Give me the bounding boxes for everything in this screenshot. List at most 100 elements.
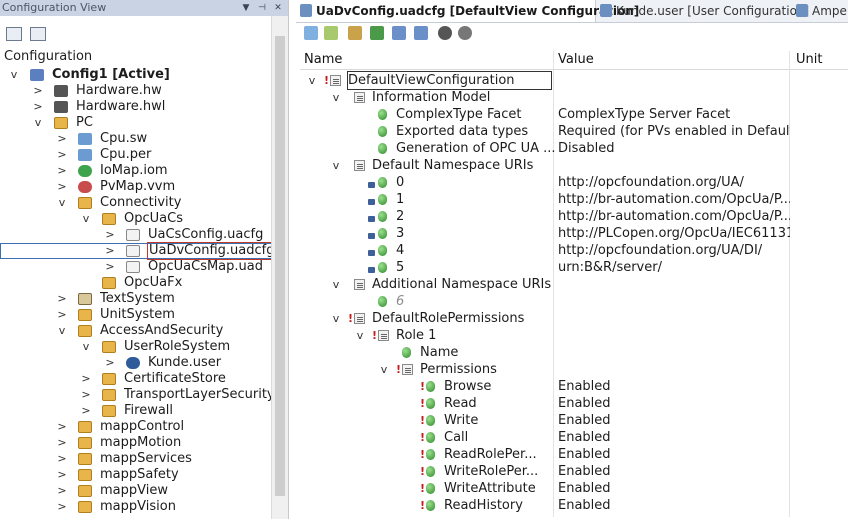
- chevron-down-icon[interactable]: v: [330, 89, 342, 106]
- property-value[interactable]: http://br-automation.com/OpcUa/P...: [558, 191, 790, 208]
- chevron-right-icon[interactable]: >: [56, 451, 68, 467]
- grid-row[interactable]: Exported data types Required (for PVs ena…: [300, 123, 848, 140]
- panel-menu-icon[interactable]: ▼: [240, 0, 252, 16]
- grid-view-icon[interactable]: [30, 27, 46, 41]
- property-value[interactable]: Required (for PVs enabled in DefaultVi..…: [558, 123, 790, 140]
- chevron-right-icon[interactable]: >: [104, 355, 116, 371]
- left-scrollbar[interactable]: [271, 16, 288, 519]
- grid-row[interactable]: 0 http://opcfoundation.org/UA/: [300, 174, 848, 191]
- chevron-right-icon[interactable]: >: [56, 291, 68, 307]
- sort-up-icon[interactable]: [414, 26, 428, 40]
- tree-item[interactable]: v OpcUaCs: [0, 211, 272, 227]
- validate-icon[interactable]: [370, 26, 384, 40]
- tree-item[interactable]: > TransportLayerSecurity: [0, 387, 274, 403]
- chevron-right-icon[interactable]: >: [80, 371, 92, 387]
- grid-row[interactable]: 6: [300, 293, 848, 310]
- grid-row[interactable]: ! Browse Enabled: [300, 378, 848, 395]
- grid-row[interactable]: ! ReadRolePer... Enabled: [300, 446, 848, 463]
- property-value[interactable]: Enabled: [558, 480, 790, 497]
- grid-row[interactable]: v! Role 1: [300, 327, 848, 344]
- chevron-right-icon[interactable]: >: [104, 243, 116, 259]
- tab-1[interactable]: Kunde.user [User Configuration]: [596, 0, 809, 22]
- property-value[interactable]: Enabled: [558, 446, 790, 463]
- properties-icon[interactable]: [324, 26, 338, 40]
- chevron-down-icon[interactable]: v: [306, 72, 318, 89]
- grid-row[interactable]: v! Permissions: [300, 361, 848, 378]
- chevron-right-icon[interactable]: >: [56, 307, 68, 323]
- tree-item[interactable]: > mappServices: [0, 451, 272, 467]
- tree-item[interactable]: > mappMotion: [0, 435, 272, 451]
- tree-item[interactable]: > IoMap.iom: [0, 163, 272, 179]
- tree-item[interactable]: > Hardware.hwl: [0, 99, 272, 115]
- tree-item[interactable]: > Firewall: [0, 403, 272, 419]
- grid-row[interactable]: ! Read Enabled: [300, 395, 848, 412]
- chevron-right-icon[interactable]: >: [104, 259, 116, 275]
- property-value[interactable]: Enabled: [558, 463, 790, 480]
- record-icon[interactable]: [438, 26, 452, 40]
- chevron-down-icon[interactable]: v: [330, 310, 342, 327]
- chevron-right-icon[interactable]: >: [56, 499, 68, 515]
- tree-item[interactable]: v AccessAndSecurity: [0, 323, 272, 339]
- tree-item[interactable]: OpcUaFx: [0, 275, 272, 291]
- close-icon[interactable]: ✕: [272, 0, 284, 16]
- property-value[interactable]: http://PLCopen.org/OpcUa/IEC61131...: [558, 225, 790, 242]
- chevron-down-icon[interactable]: v: [378, 361, 390, 378]
- add-icon[interactable]: [304, 26, 318, 40]
- tab-0[interactable]: UaDvConfig.uadcfg [DefaultView Configura…: [296, 0, 639, 22]
- chevron-right-icon[interactable]: >: [32, 99, 44, 115]
- chevron-right-icon[interactable]: >: [56, 483, 68, 499]
- chevron-right-icon[interactable]: >: [80, 403, 92, 419]
- chevron-down-icon[interactable]: v: [330, 157, 342, 174]
- tree-item[interactable]: > Kunde.user: [0, 355, 272, 371]
- chevron-right-icon[interactable]: >: [56, 179, 68, 195]
- grid-row[interactable]: 1 http://br-automation.com/OpcUa/P...: [300, 191, 848, 208]
- property-value[interactable]: Enabled: [558, 429, 790, 446]
- column-unit[interactable]: Unit: [796, 51, 822, 69]
- chevron-down-icon[interactable]: v: [330, 276, 342, 293]
- scrollbar-thumb[interactable]: [275, 36, 285, 496]
- grid-row[interactable]: ! Call Enabled: [300, 429, 848, 446]
- grid-row[interactable]: v! DefaultViewConfiguration: [300, 71, 848, 90]
- grid-row[interactable]: ComplexType Facet ComplexType Server Face…: [300, 106, 848, 123]
- chevron-down-icon[interactable]: v: [8, 67, 20, 83]
- tree-item[interactable]: > Hardware.hw: [0, 83, 272, 99]
- chevron-right-icon[interactable]: >: [56, 467, 68, 483]
- grid-row[interactable]: Name: [300, 344, 848, 361]
- move-icon[interactable]: [348, 26, 362, 40]
- settings-icon[interactable]: [458, 26, 472, 40]
- chevron-right-icon[interactable]: >: [56, 147, 68, 163]
- grid-row[interactable]: ! Write Enabled: [300, 412, 848, 429]
- chevron-right-icon[interactable]: >: [32, 83, 44, 99]
- tree-item[interactable]: > OpcUaCsMap.uad: [0, 259, 272, 275]
- tree-item[interactable]: > mappControl: [0, 419, 272, 435]
- tree-item[interactable]: > mappSafety: [0, 467, 272, 483]
- grid-row[interactable]: v! DefaultRolePermissions: [300, 310, 848, 327]
- tab-2[interactable]: Ampel: [792, 0, 848, 22]
- chevron-right-icon[interactable]: >: [80, 387, 92, 403]
- property-value[interactable]: Disabled: [558, 140, 790, 157]
- chevron-right-icon[interactable]: >: [56, 435, 68, 451]
- property-value[interactable]: ComplexType Server Facet: [558, 106, 790, 123]
- grid-row[interactable]: 2 http://br-automation.com/OpcUa/P...: [300, 208, 848, 225]
- tree-item[interactable]: > CertificateStore: [0, 371, 272, 387]
- tree-item[interactable]: > UaCsConfig.uacfg: [0, 227, 272, 243]
- grid-row[interactable]: ! ReadHistory Enabled: [300, 497, 848, 514]
- sort-down-icon[interactable]: [392, 26, 406, 40]
- collapse-icon[interactable]: [6, 27, 22, 41]
- property-value[interactable]: http://opcfoundation.org/UA/: [558, 174, 790, 191]
- chevron-right-icon[interactable]: >: [104, 227, 116, 243]
- property-value[interactable]: http://br-automation.com/OpcUa/P...: [558, 208, 790, 225]
- tree-item[interactable]: > UaDvConfig.uadcfg: [0, 242, 277, 260]
- tree-item[interactable]: > PvMap.vvm: [0, 179, 272, 195]
- property-value[interactable]: Enabled: [558, 378, 790, 395]
- chevron-down-icon[interactable]: v: [32, 115, 44, 131]
- chevron-down-icon[interactable]: v: [80, 211, 92, 227]
- chevron-down-icon[interactable]: v: [56, 323, 68, 339]
- grid-row[interactable]: v Default Namespace URIs: [300, 157, 848, 174]
- tree-item[interactable]: v Connectivity: [0, 195, 272, 211]
- grid-row[interactable]: 4 http://opcfoundation.org/UA/DI/: [300, 242, 848, 259]
- tree-item[interactable]: > UnitSystem: [0, 307, 272, 323]
- tree-item[interactable]: > Cpu.per: [0, 147, 272, 163]
- grid-row[interactable]: v Additional Namespace URIs: [300, 276, 848, 293]
- property-value[interactable]: urn:B&R/server/: [558, 259, 790, 276]
